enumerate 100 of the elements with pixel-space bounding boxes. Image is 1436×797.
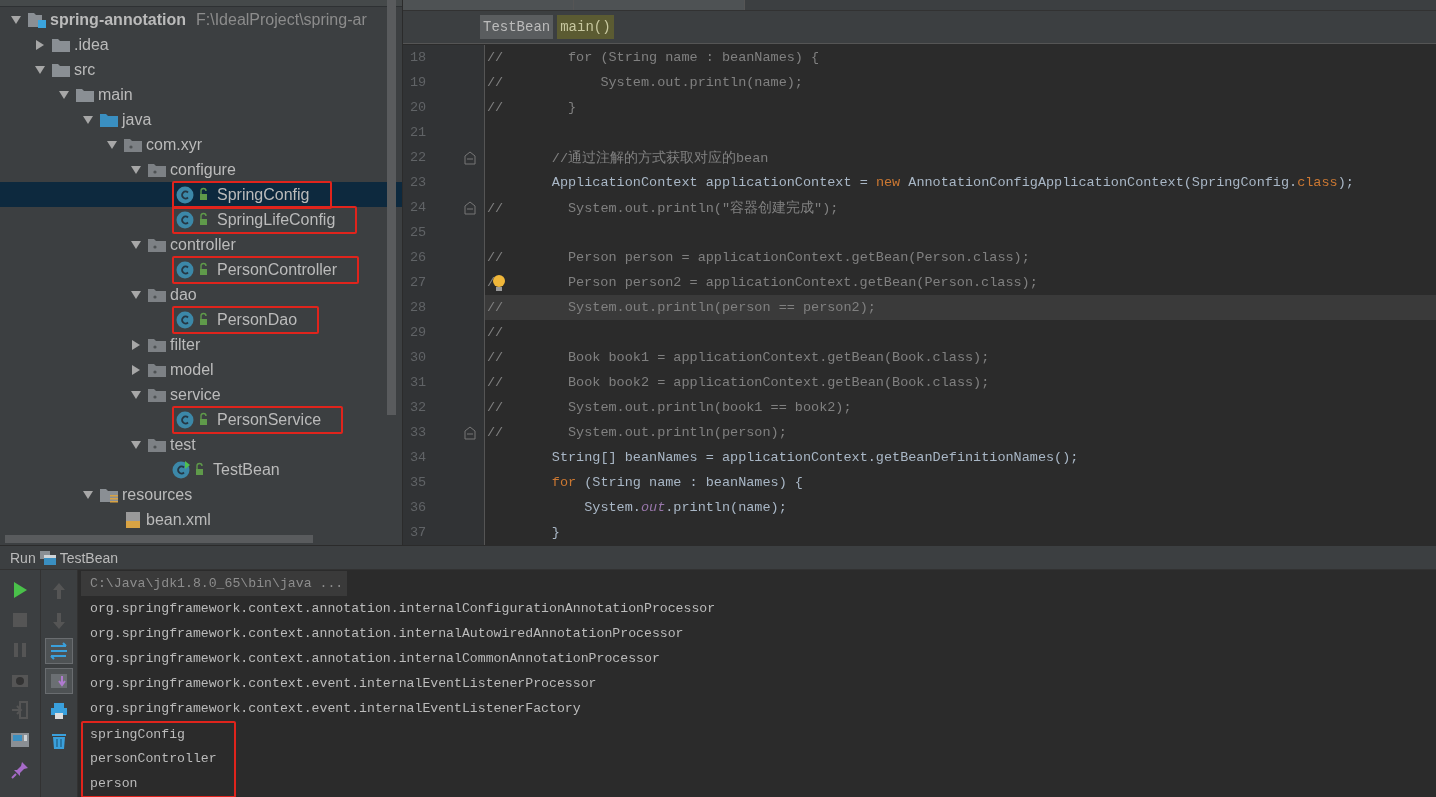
tree-row[interactable]: configure <box>0 157 402 182</box>
code-line: // } <box>486 100 577 115</box>
code-line: for (String name : beanNames) { <box>550 475 803 490</box>
tree-row[interactable]: src <box>0 57 402 82</box>
code-line: //通过注解的方式获取对应的bean <box>550 149 769 167</box>
folder-name[interactable]: service <box>170 385 221 404</box>
tree-row[interactable]: PersonDao <box>0 307 402 332</box>
tree-row[interactable]: .idea <box>0 32 402 57</box>
tree-row[interactable]: filter <box>0 332 402 357</box>
file-name[interactable]: PersonDao <box>217 310 298 329</box>
fold-icon[interactable] <box>463 150 477 165</box>
scrollbar[interactable] <box>387 0 396 415</box>
code-line: // System.out.println("容器创建完成"); <box>486 199 839 217</box>
code-line: // System.out.println(name); <box>486 75 803 90</box>
folder-icon <box>76 86 94 103</box>
code-line: // System.out.println(person == person2); <box>486 300 876 315</box>
collapsed-arrow-icon[interactable] <box>34 38 46 51</box>
expanded-arrow-icon[interactable] <box>10 13 22 26</box>
code-line: // Book book2 = applicationContext.getBean(Book.class); <box>486 375 990 390</box>
tree-row[interactable]: SpringConfig <box>0 182 402 207</box>
folder-name[interactable]: filter <box>170 335 201 354</box>
pin-icon[interactable] <box>10 760 30 780</box>
folder-name[interactable]: com.xyr <box>146 135 202 154</box>
package-icon <box>148 361 166 378</box>
expanded-arrow-icon[interactable] <box>106 138 118 151</box>
scrollbar[interactable] <box>5 535 313 543</box>
folder-icon <box>52 36 70 53</box>
code-line: // Book book1 = applicationContext.getBean(Book.class); <box>486 350 990 365</box>
package-icon <box>148 161 166 178</box>
code-line: // Person person = applicationContext.getBean(Person.class); <box>486 250 1030 265</box>
folder-name[interactable]: resources <box>122 485 193 504</box>
tree-row[interactable]: resources <box>0 482 402 507</box>
tree-row[interactable]: com.xyr <box>0 132 402 157</box>
expanded-arrow-icon[interactable] <box>130 288 142 301</box>
tree-row[interactable]: SpringLifeConfig <box>0 207 402 232</box>
file-name[interactable]: bean.xml <box>146 510 211 529</box>
tree-row[interactable]: controller <box>0 232 402 257</box>
breadcrumb[interactable]: main() <box>557 15 614 39</box>
expanded-arrow-icon[interactable] <box>130 238 142 251</box>
project-path: F:\IdealProject\spring-ar <box>196 10 367 29</box>
code-line: String[] beanNames = applicationContext.getBeanDefinitionNames(); <box>550 450 1079 465</box>
folder-name[interactable]: dao <box>170 285 197 304</box>
package-icon <box>148 286 166 303</box>
tree-row[interactable]: spring-annotation F:\IdealProject\spring-ar <box>0 7 402 32</box>
run-config-icon <box>39 549 56 566</box>
tree-row[interactable]: main <box>0 82 402 107</box>
code-line: // <box>486 325 504 340</box>
file-name[interactable]: PersonController <box>217 260 338 279</box>
expanded-arrow-icon[interactable] <box>58 88 70 101</box>
folder-name[interactable]: .idea <box>74 35 109 54</box>
lightbulb-icon[interactable] <box>492 273 507 292</box>
expanded-arrow-icon[interactable] <box>130 388 142 401</box>
fold-icon[interactable] <box>463 200 477 215</box>
console-line: org.springframework.context.event.internalEventListenerProcessor <box>89 675 598 693</box>
expanded-arrow-icon[interactable] <box>130 438 142 451</box>
code-line: } <box>550 525 560 540</box>
code-line: // System.out.println(book1 == book2); <box>486 400 852 415</box>
collapsed-arrow-icon[interactable] <box>130 363 142 376</box>
tree-row[interactable]: PersonService <box>0 407 402 432</box>
panel-title[interactable]: Run <box>10 549 36 566</box>
file-name[interactable]: SpringLifeConfig <box>217 210 336 229</box>
folder-name[interactable]: controller <box>170 235 236 254</box>
folder-name[interactable]: java <box>122 110 152 129</box>
code-line: / Person person2 = applicationContext.getBean(Person.class); <box>486 273 1038 292</box>
console-line: personController <box>89 750 218 769</box>
code-line: System.out.println(name); <box>583 500 787 515</box>
tree-row[interactable]: bean.xml <box>0 507 402 532</box>
folder-name[interactable]: test <box>170 435 196 454</box>
folder-icon <box>52 61 70 78</box>
folder-name[interactable]: spring-annotation <box>50 10 186 29</box>
file-name[interactable]: SpringConfig <box>217 185 310 204</box>
console-line: person <box>89 774 139 793</box>
breadcrumb[interactable]: TestBean <box>480 15 554 39</box>
folder-name[interactable]: main <box>98 85 133 104</box>
tree-row[interactable]: PersonController <box>0 257 402 282</box>
folder-name[interactable]: src <box>74 60 96 79</box>
resources-folder-icon <box>100 486 118 503</box>
tree-row[interactable]: service <box>0 382 402 407</box>
tree-row[interactable]: TestBean <box>0 457 402 482</box>
folder-icon <box>100 111 118 128</box>
package-icon <box>148 436 166 453</box>
expanded-arrow-icon[interactable] <box>82 488 94 501</box>
code-line: // for (String name : beanNames) { <box>486 50 820 65</box>
expanded-arrow-icon[interactable] <box>130 163 142 176</box>
collapsed-arrow-icon[interactable] <box>130 338 142 351</box>
run-config-name[interactable]: TestBean <box>59 549 119 566</box>
console-line: org.springframework.context.annotation.internalCommonAnnotationProcessor <box>89 650 661 668</box>
folder-name[interactable]: model <box>170 360 214 379</box>
file-name[interactable]: TestBean <box>213 460 280 479</box>
tree-row[interactable]: test <box>0 432 402 457</box>
console-line: org.springframework.context.annotation.internalAutowiredAnnotationProcessor <box>89 625 685 643</box>
layout-icon[interactable] <box>10 730 30 750</box>
tree-row[interactable]: java <box>0 107 402 132</box>
expanded-arrow-icon[interactable] <box>82 113 94 126</box>
fold-icon[interactable] <box>463 425 477 440</box>
file-name[interactable]: PersonService <box>217 410 322 429</box>
tree-row[interactable]: model <box>0 357 402 382</box>
folder-name[interactable]: configure <box>170 160 236 179</box>
tree-row[interactable]: dao <box>0 282 402 307</box>
expanded-arrow-icon[interactable] <box>34 63 46 76</box>
